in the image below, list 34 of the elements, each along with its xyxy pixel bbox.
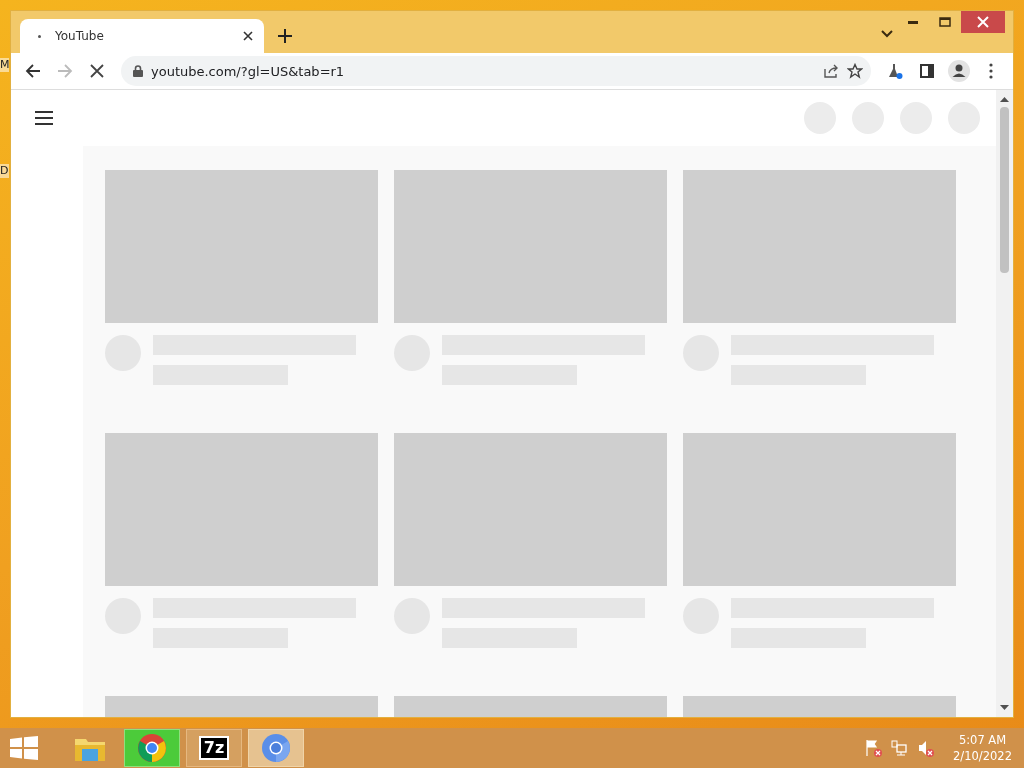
- loading-icon: [38, 34, 41, 38]
- close-button[interactable]: [961, 11, 1005, 33]
- scrollbar[interactable]: [996, 90, 1013, 717]
- chromium-icon: [261, 733, 291, 763]
- taskbar-button[interactable]: [248, 729, 304, 767]
- scroll-up-icon[interactable]: [1000, 96, 1009, 102]
- chrome-icon: [137, 733, 167, 763]
- scroll-down-icon[interactable]: [1000, 705, 1009, 711]
- more-icon: [989, 63, 993, 79]
- tab-search-icon[interactable]: [881, 29, 893, 39]
- start-icon[interactable]: [10, 736, 38, 760]
- person-icon: [948, 60, 970, 82]
- close-icon: [977, 16, 989, 28]
- maximize-icon: [939, 17, 951, 27]
- flask-icon: [887, 63, 903, 79]
- muted-speaker-icon[interactable]: [917, 739, 936, 757]
- taskbar-button[interactable]: [124, 729, 180, 767]
- flag-error-icon[interactable]: [865, 739, 884, 757]
- back-arrow-icon[interactable]: [25, 63, 41, 79]
- browser-tab[interactable]: YouTube: [20, 19, 264, 53]
- stop-icon[interactable]: [90, 64, 104, 78]
- address-bar[interactable]: youtube.com/?gl=US&tab=r1: [121, 56, 871, 86]
- lock-icon: [133, 65, 143, 77]
- menu-icon[interactable]: [35, 110, 55, 126]
- profile-button[interactable]: [945, 57, 973, 85]
- archiver-icon: 7z: [198, 736, 230, 760]
- taskbar-button[interactable]: 7z: [186, 729, 242, 767]
- side-panel-icon: [920, 64, 934, 78]
- desktop-icon-label[interactable]: D: [0, 164, 9, 178]
- star-icon[interactable]: [847, 63, 863, 79]
- minimize-icon: [908, 20, 918, 24]
- desktop-icon-label[interactable]: M: [0, 58, 9, 72]
- scrollbar-thumb[interactable]: [1000, 107, 1009, 273]
- share-icon[interactable]: [823, 63, 839, 79]
